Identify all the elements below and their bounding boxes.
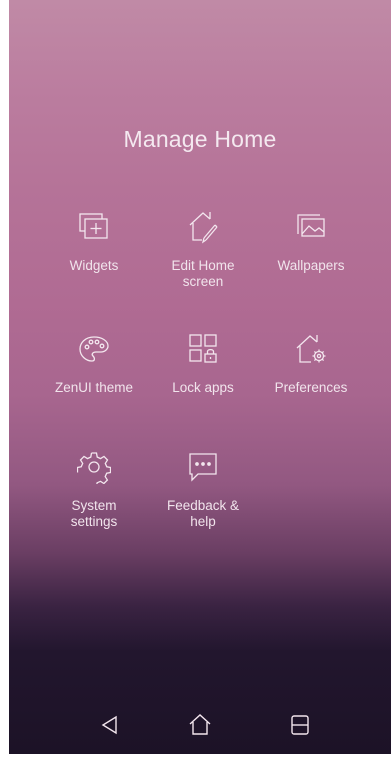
zenui-theme-button[interactable]: ZenUI theme xyxy=(39,332,149,396)
bottom-edge xyxy=(0,754,391,758)
preferences-label: Preferences xyxy=(274,380,348,395)
lock-apps-button[interactable]: Lock apps xyxy=(148,332,258,396)
navigation-bar xyxy=(9,698,391,754)
home-manage-screen: Manage Home Widgets Edit Home screen Wal… xyxy=(0,0,391,758)
system-settings-label: System settings xyxy=(70,498,118,529)
edit-home-screen-label: Edit Home screen xyxy=(171,258,235,289)
lock-apps-icon xyxy=(186,332,220,366)
widgets-label: Widgets xyxy=(69,258,119,273)
recents-button[interactable] xyxy=(285,710,315,740)
feedback-help-button[interactable]: Feedback & help xyxy=(148,450,258,530)
wallpapers-button[interactable]: Wallpapers xyxy=(256,210,366,274)
chat-bubble-icon xyxy=(186,450,220,484)
widgets-button[interactable]: Widgets xyxy=(39,210,149,274)
lock-apps-label: Lock apps xyxy=(172,380,234,395)
home-icon xyxy=(185,710,215,740)
feedback-help-label: Feedback & help xyxy=(166,498,240,529)
home-button[interactable] xyxy=(185,710,215,740)
back-icon xyxy=(95,710,125,740)
recents-icon xyxy=(285,710,315,740)
wallpapers-label: Wallpapers xyxy=(277,258,345,273)
gear-icon xyxy=(77,450,111,484)
preferences-button[interactable]: Preferences xyxy=(256,332,366,396)
page-title: Manage Home xyxy=(123,126,277,152)
system-settings-button[interactable]: System settings xyxy=(39,450,149,530)
palette-icon xyxy=(77,332,111,366)
wallpaper-icon xyxy=(294,210,328,244)
home-gear-icon xyxy=(294,332,328,366)
zenui-theme-label: ZenUI theme xyxy=(54,380,134,395)
edit-home-screen-button[interactable]: Edit Home screen xyxy=(148,210,258,290)
left-edge xyxy=(0,0,9,758)
edit-home-icon xyxy=(186,210,220,244)
back-button[interactable] xyxy=(95,710,125,740)
widgets-icon xyxy=(77,210,111,244)
